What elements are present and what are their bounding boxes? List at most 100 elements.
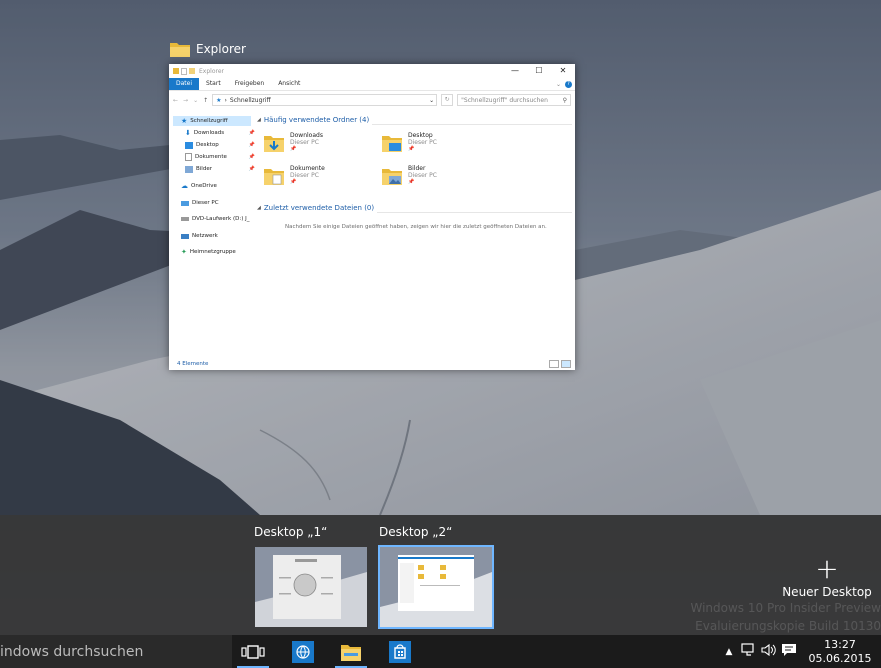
section-title: Häufig verwendete Ordner (4) (263, 116, 370, 124)
browser-taskbar-button[interactable] (283, 635, 323, 668)
file-explorer-icon (341, 644, 361, 661)
properties-icon[interactable] (181, 67, 187, 75)
nav-item-label: Heimnetzgruppe (189, 249, 236, 255)
collapse-icon: ◢ (257, 117, 261, 123)
search-input[interactable]: "Schnellzugriff" durchsuchen ⚲ (457, 94, 571, 106)
large-icons-view-icon[interactable] (561, 360, 571, 368)
star-icon: ★ (181, 117, 188, 125)
pictures-icon (185, 165, 193, 173)
section-divider (377, 212, 572, 213)
minimize-button[interactable]: — (503, 64, 527, 78)
action-center-icon[interactable] (779, 643, 799, 660)
window-label[interactable]: Explorer (170, 38, 246, 60)
task-view-icon (241, 644, 265, 659)
watermark-line-2: Evaluierungskopie Build 10130 (695, 619, 881, 633)
star-icon: ★ (216, 96, 222, 104)
pictures-folder-icon (382, 169, 402, 185)
nav-item-heimnetzgruppe[interactable]: ✦ Heimnetzgruppe (181, 247, 251, 257)
taskbar: indows durchsuchen ▲ 13:27 05.06.2015 (0, 635, 881, 668)
frequent-folders-header[interactable]: ◢ Häufig verwendete Ordner (4) (257, 116, 572, 125)
clock-time: 13:27 (824, 637, 856, 651)
folder-icon (170, 43, 190, 57)
up-arrow-icon[interactable]: ↑ (203, 97, 208, 104)
cloud-icon: ☁ (181, 182, 188, 190)
address-bar[interactable]: ★ › Schnellzugriff ⌄ (212, 94, 438, 106)
recent-files-header[interactable]: ◢ Zuletzt verwendete Dateien (0) (257, 204, 572, 213)
folder-tile-desktop[interactable]: Desktop Dieser PC 📌 (381, 132, 437, 154)
status-bar: 4 Elemente (169, 358, 575, 370)
file-explorer-taskbar-button[interactable] (331, 635, 371, 668)
volume-icon[interactable] (759, 643, 779, 660)
window-label-title: Explorer (196, 42, 246, 56)
globe-icon (292, 640, 314, 663)
details-view-icon[interactable] (549, 360, 559, 368)
pin-icon: 📌 (290, 146, 297, 152)
clock[interactable]: 13:27 05.06.2015 (799, 638, 881, 666)
folder-small-icon[interactable] (173, 68, 179, 74)
address-row: ← → ⌄ ↑ ★ › Schnellzugriff ⌄ ↻ "Schnellz… (169, 91, 575, 109)
title-bar: Explorer — ☐ ✕ (169, 64, 575, 78)
tab-freigeben[interactable]: Freigeben (228, 78, 272, 90)
system-tray: ▲ 13:27 05.06.2015 (719, 635, 881, 668)
folder-location: Dieser PC (408, 172, 437, 179)
nav-item-desktop[interactable]: Desktop 📌 (185, 140, 255, 150)
breadcrumb-separator: › (224, 96, 227, 104)
folder-tile-dokumente[interactable]: Dokumente Dieser PC 📌 (263, 165, 325, 187)
download-icon: ⬇ (185, 129, 191, 137)
refresh-button[interactable]: ↻ (441, 94, 454, 106)
nav-item-dokumente[interactable]: Dokumente 📌 (185, 152, 255, 162)
expand-ribbon-icon[interactable]: ⌄ (556, 81, 561, 88)
nav-item-label: Netzwerk (192, 233, 218, 239)
breadcrumb[interactable]: Schnellzugriff (230, 97, 271, 104)
store-taskbar-button[interactable] (380, 635, 420, 668)
nav-item-onedrive[interactable]: ☁ OneDrive (181, 181, 251, 191)
pin-icon: 📌 (408, 146, 415, 152)
nav-item-label: Schnellzugriff (190, 118, 228, 124)
folder-tile-bilder[interactable]: Bilder Dieser PC 📌 (381, 165, 437, 187)
folder-tile-downloads[interactable]: Downloads Dieser PC 📌 (263, 132, 323, 154)
watermark-line-1: Windows 10 Pro Insider Preview (690, 601, 881, 615)
folder-name: Dokumente (290, 165, 325, 172)
close-button[interactable]: ✕ (551, 64, 575, 78)
new-folder-icon[interactable] (189, 68, 195, 74)
help-icon[interactable]: ? (565, 80, 572, 88)
desktop-1-preview (255, 547, 367, 627)
folder-name: Desktop (408, 132, 433, 139)
tab-datei[interactable]: Datei (169, 78, 200, 90)
desktop-1-label: Desktop „1“ (254, 525, 328, 539)
back-arrow-icon[interactable]: ← (173, 97, 178, 104)
folder-location: Dieser PC (408, 139, 437, 146)
new-desktop-button[interactable]: + Neuer Desktop (782, 552, 872, 600)
ribbon-tabs: Datei Start Freigeben Ansicht ⌄ ? (169, 78, 575, 91)
tab-start[interactable]: Start (199, 78, 228, 90)
search-box[interactable]: indows durchsuchen (0, 635, 232, 668)
chevron-up-icon[interactable]: ▲ (719, 647, 739, 657)
maximize-button[interactable]: ☐ (527, 64, 551, 78)
nav-item-label: Downloads (193, 130, 225, 136)
documents-folder-icon (264, 169, 284, 185)
nav-item-bilder[interactable]: Bilder 📌 (185, 164, 255, 174)
nav-item-downloads[interactable]: ⬇ Downloads 📌 (185, 128, 255, 138)
content-pane: ◢ Häufig verwendete Ordner (4) Downloads… (255, 116, 575, 358)
recent-locations-icon[interactable]: ⌄ (193, 97, 198, 104)
desktop-2-preview (380, 547, 492, 627)
tab-ansicht[interactable]: Ansicht (271, 78, 307, 90)
desktop-1-thumbnail[interactable] (254, 546, 368, 628)
plus-icon: + (815, 552, 839, 585)
folder-name: Downloads (290, 132, 323, 139)
explorer-window[interactable]: Explorer — ☐ ✕ Datei Start Freigeben Ans… (169, 64, 575, 370)
nav-item-label: Desktop (196, 142, 219, 148)
desktop-2-thumbnail[interactable] (378, 545, 494, 629)
address-dropdown-icon[interactable]: ⌄ (429, 97, 436, 104)
store-icon (389, 640, 411, 663)
nav-item-dvd[interactable]: DVD-Laufwerk (D:) J_ (181, 214, 251, 224)
navigation-pane: ★ Schnellzugriff ⬇ Downloads 📌 Desktop 📌… (169, 116, 255, 358)
nav-item-dieser-pc[interactable]: Dieser PC (181, 198, 251, 208)
nav-item-schnellzugriff[interactable]: ★ Schnellzugriff (173, 116, 251, 126)
task-view-button[interactable] (233, 635, 273, 668)
homegroup-icon: ✦ (181, 248, 187, 256)
nav-item-netzwerk[interactable]: Netzwerk (181, 231, 251, 241)
forward-arrow-icon[interactable]: → (183, 97, 188, 104)
pin-icon: 📌 (408, 179, 415, 185)
network-icon[interactable] (739, 643, 759, 660)
